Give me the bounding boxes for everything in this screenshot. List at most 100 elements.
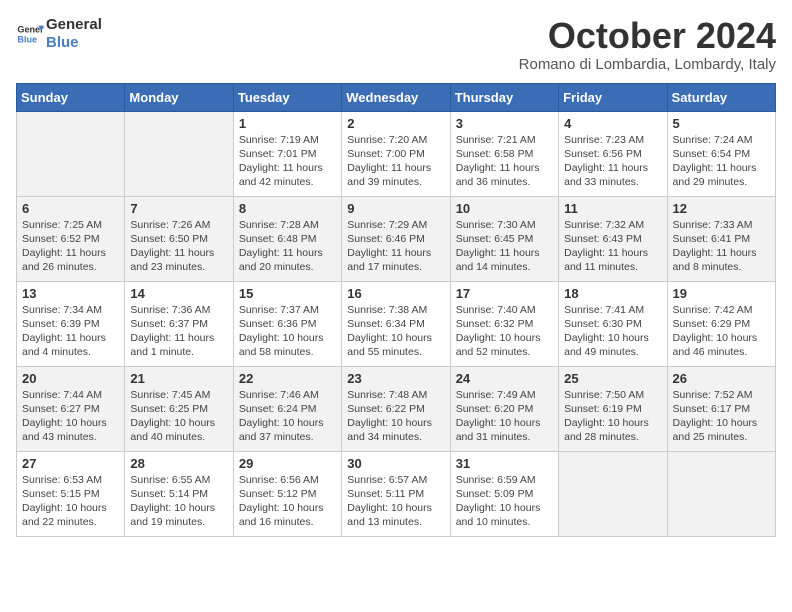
day-number: 21	[130, 371, 227, 386]
day-number: 1	[239, 116, 336, 131]
day-info: Sunrise: 7:49 AM Sunset: 6:20 PM Dayligh…	[456, 388, 553, 445]
day-number: 28	[130, 456, 227, 471]
calendar-cell: 30 Sunrise: 6:57 AM Sunset: 5:11 PM Dayli…	[342, 451, 450, 536]
calendar-cell: 14Sunrise: 7:36 AM Sunset: 6:37 PM Dayli…	[125, 281, 233, 366]
day-info: Sunrise: 6:56 AM Sunset: 5:12 PM Dayligh…	[239, 473, 336, 530]
calendar-cell: 17 Sunrise: 7:40 AM Sunset: 6:32 PM Dayli…	[450, 281, 558, 366]
calendar-cell: 29 Sunrise: 6:56 AM Sunset: 5:12 PM Dayli…	[233, 451, 341, 536]
header-monday: Monday	[125, 83, 233, 111]
day-number: 23	[347, 371, 444, 386]
calendar-cell: 15Sunrise: 7:37 AM Sunset: 6:36 PM Dayli…	[233, 281, 341, 366]
calendar-cell: 24 Sunrise: 7:49 AM Sunset: 6:20 PM Dayli…	[450, 366, 558, 451]
day-info: Sunrise: 7:24 AM Sunset: 6:54 PM Dayligh…	[673, 133, 770, 190]
day-number: 18	[564, 286, 661, 301]
day-info: Sunrise: 7:30 AM Sunset: 6:45 PM Dayligh…	[456, 218, 553, 275]
header-thursday: Thursday	[450, 83, 558, 111]
header-friday: Friday	[559, 83, 667, 111]
day-number: 11	[564, 201, 661, 216]
day-info: Sunrise: 7:52 AM Sunset: 6:17 PM Dayligh…	[673, 388, 770, 445]
week-row: 1Sunrise: 7:19 AM Sunset: 7:01 PM Daylig…	[17, 111, 776, 196]
calendar-cell: 13Sunrise: 7:34 AM Sunset: 6:39 PM Dayli…	[17, 281, 125, 366]
calendar-cell: 20 Sunrise: 7:44 AM Sunset: 6:27 PM Dayli…	[17, 366, 125, 451]
day-info: Sunrise: 7:38 AM Sunset: 6:34 PM Dayligh…	[347, 303, 444, 360]
calendar-cell	[17, 111, 125, 196]
day-number: 12	[673, 201, 770, 216]
svg-text:Blue: Blue	[17, 34, 37, 44]
logo: General Blue General Blue	[16, 16, 102, 52]
day-number: 25	[564, 371, 661, 386]
day-number: 29	[239, 456, 336, 471]
day-number: 30	[347, 456, 444, 471]
calendar-cell: 12 Sunrise: 7:33 AM Sunset: 6:41 PM Dayli…	[667, 196, 775, 281]
calendar-cell: 3 Sunrise: 7:21 AM Sunset: 6:58 PM Daylig…	[450, 111, 558, 196]
day-info: Sunrise: 7:40 AM Sunset: 6:32 PM Dayligh…	[456, 303, 553, 360]
calendar-cell: 1Sunrise: 7:19 AM Sunset: 7:01 PM Daylig…	[233, 111, 341, 196]
calendar-cell: 5 Sunrise: 7:24 AM Sunset: 6:54 PM Daylig…	[667, 111, 775, 196]
calendar-cell: 10 Sunrise: 7:30 AM Sunset: 6:45 PM Dayli…	[450, 196, 558, 281]
day-info: Sunrise: 7:20 AM Sunset: 7:00 PM Dayligh…	[347, 133, 444, 190]
day-info: Sunrise: 7:34 AM Sunset: 6:39 PM Dayligh…	[22, 303, 119, 360]
calendar-cell: 4 Sunrise: 7:23 AM Sunset: 6:56 PM Daylig…	[559, 111, 667, 196]
calendar-body: 1Sunrise: 7:19 AM Sunset: 7:01 PM Daylig…	[17, 111, 776, 536]
calendar-cell: 19Sunrise: 7:42 AM Sunset: 6:29 PM Dayli…	[667, 281, 775, 366]
day-info: Sunrise: 7:28 AM Sunset: 6:48 PM Dayligh…	[239, 218, 336, 275]
day-number: 10	[456, 201, 553, 216]
calendar-cell: 23Sunrise: 7:48 AM Sunset: 6:22 PM Dayli…	[342, 366, 450, 451]
day-info: Sunrise: 7:25 AM Sunset: 6:52 PM Dayligh…	[22, 218, 119, 275]
header-row: SundayMondayTuesdayWednesdayThursdayFrid…	[17, 83, 776, 111]
day-number: 22	[239, 371, 336, 386]
calendar-cell: 21 Sunrise: 7:45 AM Sunset: 6:25 PM Dayli…	[125, 366, 233, 451]
day-number: 27	[22, 456, 119, 471]
calendar-cell: 8Sunrise: 7:28 AM Sunset: 6:48 PM Daylig…	[233, 196, 341, 281]
calendar-cell: 26 Sunrise: 7:52 AM Sunset: 6:17 PM Dayli…	[667, 366, 775, 451]
page-header: General Blue General Blue October 2024 R…	[16, 16, 776, 73]
calendar-cell: 22 Sunrise: 7:46 AM Sunset: 6:24 PM Dayli…	[233, 366, 341, 451]
day-number: 7	[130, 201, 227, 216]
week-row: 6 Sunrise: 7:25 AM Sunset: 6:52 PM Daylig…	[17, 196, 776, 281]
day-info: Sunrise: 7:46 AM Sunset: 6:24 PM Dayligh…	[239, 388, 336, 445]
day-info: Sunrise: 7:41 AM Sunset: 6:30 PM Dayligh…	[564, 303, 661, 360]
day-number: 31	[456, 456, 553, 471]
day-number: 20	[22, 371, 119, 386]
day-number: 2	[347, 116, 444, 131]
day-info: Sunrise: 7:26 AM Sunset: 6:50 PM Dayligh…	[130, 218, 227, 275]
week-row: 13Sunrise: 7:34 AM Sunset: 6:39 PM Dayli…	[17, 281, 776, 366]
week-row: 20 Sunrise: 7:44 AM Sunset: 6:27 PM Dayli…	[17, 366, 776, 451]
day-info: Sunrise: 7:23 AM Sunset: 6:56 PM Dayligh…	[564, 133, 661, 190]
day-number: 26	[673, 371, 770, 386]
day-info: Sunrise: 7:33 AM Sunset: 6:41 PM Dayligh…	[673, 218, 770, 275]
day-number: 9	[347, 201, 444, 216]
day-info: Sunrise: 6:57 AM Sunset: 5:11 PM Dayligh…	[347, 473, 444, 530]
day-number: 5	[673, 116, 770, 131]
day-info: Sunrise: 7:45 AM Sunset: 6:25 PM Dayligh…	[130, 388, 227, 445]
header-tuesday: Tuesday	[233, 83, 341, 111]
day-number: 24	[456, 371, 553, 386]
header-sunday: Sunday	[17, 83, 125, 111]
header-saturday: Saturday	[667, 83, 775, 111]
calendar-cell: 25Sunrise: 7:50 AM Sunset: 6:19 PM Dayli…	[559, 366, 667, 451]
day-number: 3	[456, 116, 553, 131]
day-info: Sunrise: 7:44 AM Sunset: 6:27 PM Dayligh…	[22, 388, 119, 445]
day-info: Sunrise: 6:53 AM Sunset: 5:15 PM Dayligh…	[22, 473, 119, 530]
header-wednesday: Wednesday	[342, 83, 450, 111]
logo-line2: Blue	[46, 34, 102, 52]
day-info: Sunrise: 6:55 AM Sunset: 5:14 PM Dayligh…	[130, 473, 227, 530]
calendar-cell: 7 Sunrise: 7:26 AM Sunset: 6:50 PM Daylig…	[125, 196, 233, 281]
logo-icon: General Blue	[16, 20, 44, 48]
day-number: 17	[456, 286, 553, 301]
day-info: Sunrise: 7:21 AM Sunset: 6:58 PM Dayligh…	[456, 133, 553, 190]
day-number: 6	[22, 201, 119, 216]
title-area: October 2024 Romano di Lombardia, Lombar…	[519, 16, 776, 73]
day-info: Sunrise: 7:32 AM Sunset: 6:43 PM Dayligh…	[564, 218, 661, 275]
day-info: Sunrise: 7:42 AM Sunset: 6:29 PM Dayligh…	[673, 303, 770, 360]
calendar-cell: 6 Sunrise: 7:25 AM Sunset: 6:52 PM Daylig…	[17, 196, 125, 281]
day-number: 14	[130, 286, 227, 301]
week-row: 27 Sunrise: 6:53 AM Sunset: 5:15 PM Dayli…	[17, 451, 776, 536]
day-number: 4	[564, 116, 661, 131]
calendar-cell: 2 Sunrise: 7:20 AM Sunset: 7:00 PM Daylig…	[342, 111, 450, 196]
location: Romano di Lombardia, Lombardy, Italy	[519, 56, 776, 73]
calendar-table: SundayMondayTuesdayWednesdayThursdayFrid…	[16, 83, 776, 537]
calendar-cell: 16Sunrise: 7:38 AM Sunset: 6:34 PM Dayli…	[342, 281, 450, 366]
calendar-cell: 11 Sunrise: 7:32 AM Sunset: 6:43 PM Dayli…	[559, 196, 667, 281]
day-number: 15	[239, 286, 336, 301]
